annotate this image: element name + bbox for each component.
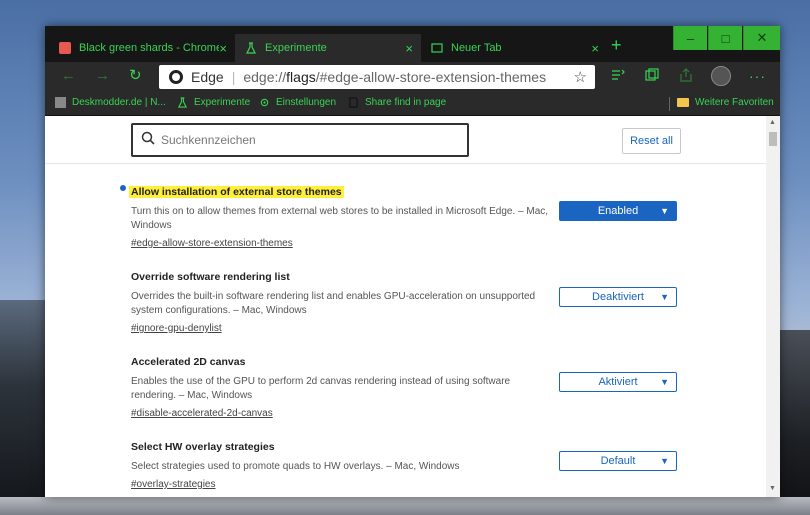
share-icon[interactable] [679,68,693,85]
close-window-button[interactable]: ✕ [743,26,780,50]
gear-icon [259,97,270,108]
bookmark-deskmodder[interactable]: Deskmodder.de | N... [55,97,166,108]
bookmark-experimente[interactable]: Experimente [177,97,250,108]
scroll-up-icon[interactable]: ▲ [769,119,776,126]
address-bar[interactable]: Edge | edge://flags/#edge-allow-store-ex… [159,65,595,89]
flag-title: Select HW overlay strategies [131,441,275,453]
url-prefix: edge:// [243,69,287,85]
tab-label: Neuer Tab [451,42,502,54]
flags-search-input[interactable]: Suchkennzeichen [131,123,469,157]
bookmarks-divider [669,97,670,111]
flag-title: Override software rendering list [131,271,290,283]
browser-brand: Edge [191,69,224,85]
reset-all-button[interactable]: Reset all [622,128,681,154]
select-value: Deaktiviert [592,291,644,303]
search-icon [141,131,155,150]
bookmark-label: Einstellungen [276,97,337,108]
scrollbar-thumb[interactable] [769,132,777,146]
chevron-down-icon: ▼ [660,292,669,302]
flag-item: Select HW overlay strategies Select stra… [131,437,691,492]
tab-black-green-shards[interactable]: Black green shards - Chrome We × [49,34,235,62]
chevron-down-icon: ▼ [660,206,669,216]
search-placeholder: Suchkennzeichen [161,133,256,147]
new-tab-page-icon [431,42,443,54]
flag-item: Override software rendering list Overrid… [131,267,691,336]
desktop-wallpaper-bottom [0,497,810,515]
select-value: Aktiviert [598,376,638,388]
flag-description: Enables the use of the GPU to perform 2d… [131,376,511,401]
refresh-button[interactable]: ↻ [129,68,142,84]
tab-label: Experimente [265,42,327,54]
profile-avatar[interactable] [711,66,731,86]
bookmark-label: Share find in page [365,97,447,108]
store-icon [59,42,71,54]
deskmodder-favicon-icon [55,97,66,108]
chevron-down-icon: ▼ [660,456,669,466]
flag-item: Allow installation of external store the… [120,182,691,251]
new-tab-button[interactable]: + [611,36,622,54]
modified-indicator-dot [120,185,126,191]
flag-description: Select strategies used to promote quads … [131,461,460,472]
chevron-down-icon: ▼ [660,377,669,387]
page-scrollbar[interactable]: ▲ ▼ [766,116,780,497]
navigation-bar: ← → ↻ Edge | edge://flags/#edge-allow-st… [45,62,780,92]
bookmark-label: Deskmodder.de | N... [72,97,166,108]
scroll-down-icon[interactable]: ▼ [769,485,776,492]
flag-anchor-link[interactable]: #overlay-strategies [131,479,215,490]
favorite-star-icon[interactable]: ☆ [574,68,587,86]
flask-icon [177,97,188,108]
flag-title: Allow installation of external store the… [129,186,344,198]
flag-description: Overrides the built-in software renderin… [131,291,536,316]
tab-experimente[interactable]: Experimente × [235,34,421,62]
browser-window: Black green shards - Chrome We × Experim… [45,26,780,497]
folder-icon [677,98,689,107]
tab-close-icon[interactable]: × [591,41,599,56]
flag-state-select[interactable]: Default ▼ [559,451,677,471]
tab-close-icon[interactable]: × [219,41,227,56]
url-host: flags [286,69,316,85]
flag-anchor-link[interactable]: #ignore-gpu-denylist [131,323,222,334]
title-bar: Black green shards - Chrome We × Experim… [45,26,780,62]
flag-state-select[interactable]: Deaktiviert ▼ [559,287,677,307]
bookmarks-bar: Deskmodder.de | N... Experimente Einstel… [45,92,780,116]
flag-state-select[interactable]: Enabled ▼ [559,201,677,221]
back-button[interactable]: ← [61,68,76,84]
more-menu-icon[interactable]: ··· [749,68,766,84]
address-separator: | [231,69,236,85]
select-value: Default [600,455,636,467]
maximize-button[interactable]: □ [708,26,742,50]
flag-item: Accelerated 2D canvas Enables the use of… [131,352,691,421]
url-path: /#edge-allow-store-extension-themes [315,69,547,85]
tab-label: Black green shards - Chrome We [79,42,219,54]
tab-close-icon[interactable]: × [405,41,413,56]
flag-state-select[interactable]: Aktiviert ▼ [559,372,677,392]
page-icon [348,97,359,108]
edge-logo-icon [169,70,183,84]
bookmark-label: Weitere Favoriten [695,97,774,108]
select-value: Enabled [597,205,639,217]
bookmark-einstellungen[interactable]: Einstellungen [259,97,336,108]
desktop-wallpaper-right [780,330,810,515]
tab-neuer-tab[interactable]: Neuer Tab × [421,34,607,62]
flag-description: Turn this on to allow themes from extern… [131,206,549,231]
bookmark-label: Experimente [194,97,251,108]
flags-search-header: Suchkennzeichen Reset all [45,116,766,164]
bookmark-weitere-favoriten[interactable]: Weitere Favoriten [677,97,774,108]
flag-anchor-link[interactable]: #disable-accelerated-2d-canvas [131,408,273,419]
flag-title: Accelerated 2D canvas [131,356,246,368]
bookmark-share-find[interactable]: Share find in page [348,97,446,108]
flag-anchor-link[interactable]: #edge-allow-store-extension-themes [131,238,293,249]
forward-button[interactable]: → [95,68,110,84]
collections-icon[interactable] [645,68,659,85]
reading-list-icon[interactable] [611,68,625,85]
flask-icon [245,42,257,54]
desktop-wallpaper-left [0,300,48,515]
flags-page: Suchkennzeichen Reset all Allow installa… [45,116,766,497]
minimize-button[interactable]: – [673,26,707,50]
